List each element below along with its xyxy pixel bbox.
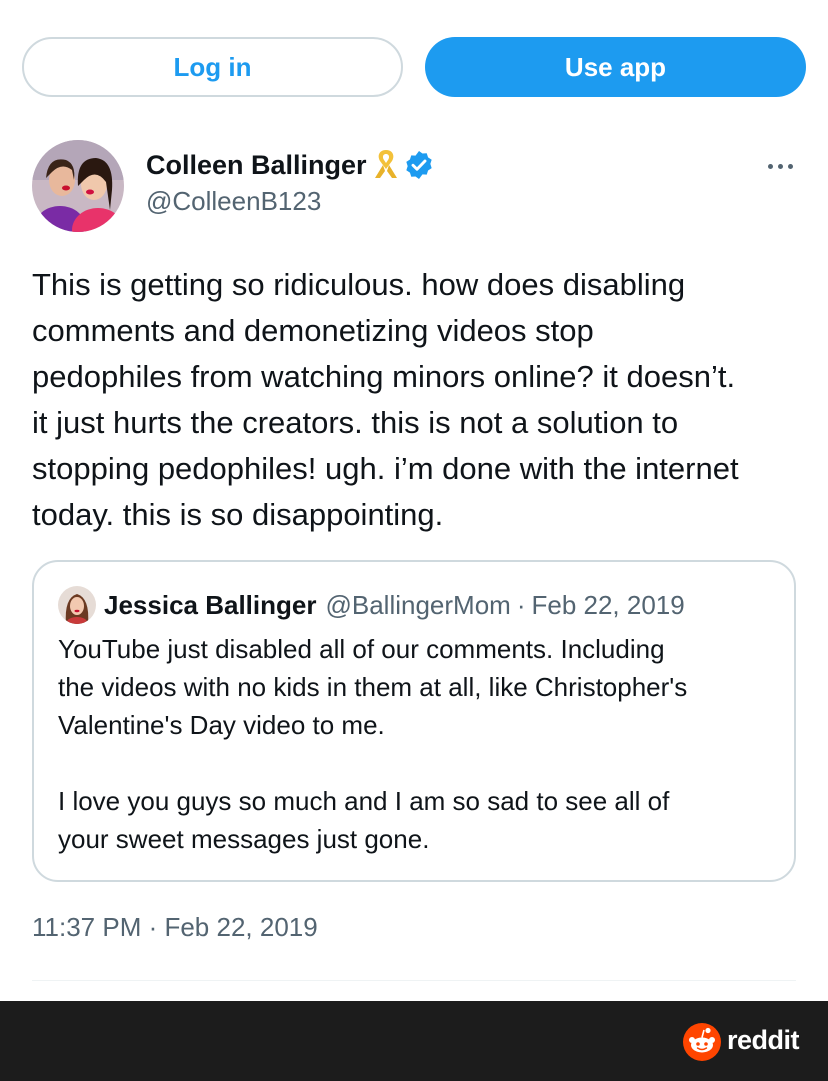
author-avatar[interactable] [32, 140, 124, 232]
quote-header: Jessica Ballinger @BallingerMom · Feb 22… [104, 586, 685, 624]
tweet-timestamp[interactable]: 11:37 PM · Feb 22, 2019 [32, 912, 318, 943]
author-name[interactable]: Colleen Ballinger [146, 150, 367, 181]
login-button[interactable]: Log in [22, 37, 403, 97]
quote-text: YouTube just disabled all of our comment… [58, 634, 688, 854]
author-name-row: Colleen Ballinger [146, 146, 435, 184]
reddit-wordmark: reddit [727, 1025, 800, 1055]
reddit-logo-icon [683, 1023, 721, 1061]
awareness-ribbon-icon [373, 148, 399, 182]
top-action-bar: Log in Use app [22, 37, 806, 97]
quote-author-handle: @BallingerMom [325, 589, 511, 620]
verified-badge-icon [403, 149, 435, 181]
use-app-button[interactable]: Use app [425, 37, 806, 97]
quoted-tweet[interactable]: Jessica Ballinger @BallingerMom · Feb 22… [32, 560, 796, 882]
divider [32, 980, 796, 981]
tweet-text: This is getting so ridiculous. how does … [32, 267, 739, 532]
quote-date: Feb 22, 2019 [531, 589, 685, 620]
more-options-icon[interactable] [758, 152, 802, 180]
quote-author-name: Jessica Ballinger [104, 589, 317, 620]
quote-author-avatar [58, 586, 96, 624]
quote-separator: · [516, 589, 526, 620]
reddit-footer: reddit [0, 1001, 828, 1081]
author-handle[interactable]: @ColleenB123 [146, 186, 321, 217]
